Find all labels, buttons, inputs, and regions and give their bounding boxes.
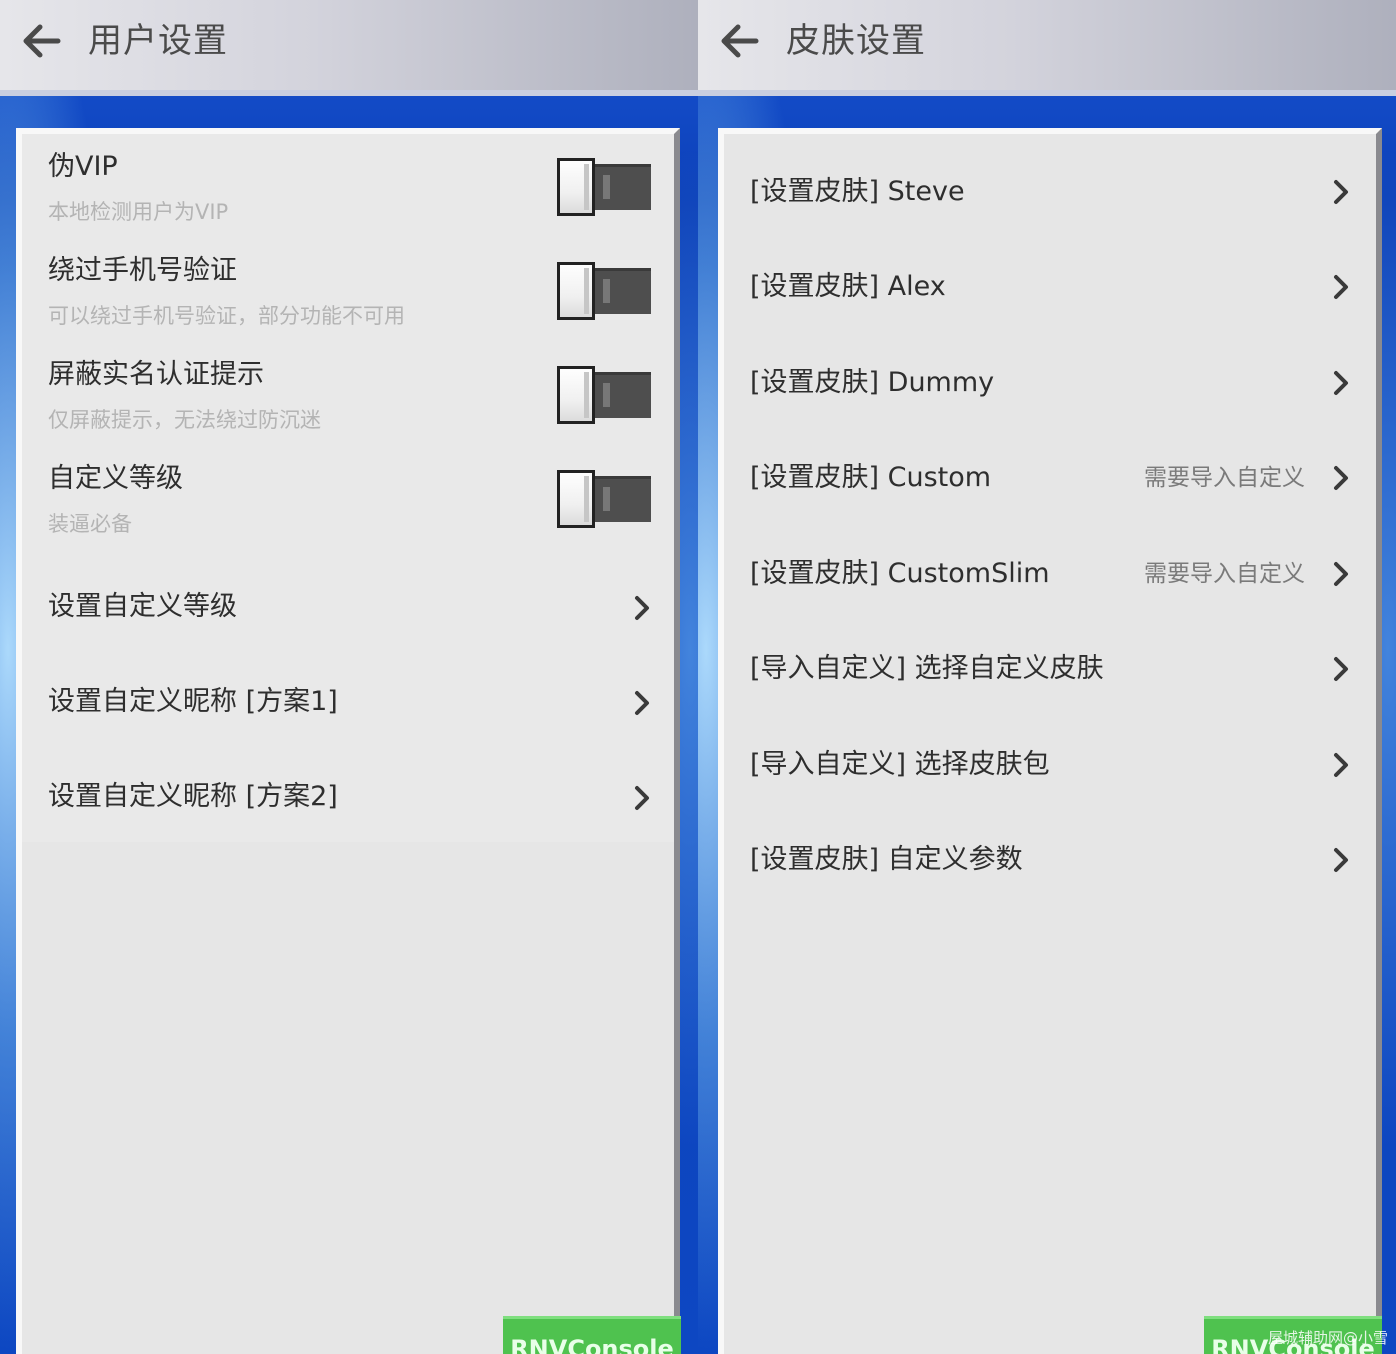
- skin-panel: [设置皮肤] Steve [设置皮肤] Alex [设置皮肤] Dummy [设…: [718, 128, 1382, 1354]
- skin-item-title: [设置皮肤] Alex: [750, 271, 946, 302]
- toggle-off-mark: [603, 279, 610, 303]
- link-title: 设置自定义等级: [48, 591, 237, 622]
- toggle-off-mark: [603, 487, 610, 511]
- top-app-bar: 用户设置: [0, 0, 698, 96]
- link-row-set-nickname-1[interactable]: 设置自定义昵称 [方案1]: [22, 649, 674, 744]
- toggle-off-mark: [603, 175, 610, 199]
- chevron-right-icon: [635, 596, 649, 620]
- user-settings-screen: 用户设置 伪VIP 本地检测用户为VIP 绕过手机号验证 可以绕过手机号验证，部…: [0, 0, 698, 1354]
- chevron-right-icon: [1334, 657, 1348, 681]
- chevron-right-icon: [1334, 275, 1348, 299]
- skin-row-steve[interactable]: [设置皮肤] Steve: [724, 144, 1376, 239]
- toggle-knob[interactable]: [557, 158, 595, 216]
- setting-subtitle: 装逼必备: [48, 512, 132, 536]
- skin-item-title: [设置皮肤] Dummy: [750, 367, 995, 398]
- chevron-right-icon: [1334, 371, 1348, 395]
- chevron-right-icon: [1334, 562, 1348, 586]
- watermark: 屋城辅助网@小雪: [1267, 1329, 1388, 1347]
- link-title: 设置自定义昵称 [方案1]: [48, 686, 338, 717]
- skin-item-title: [导入自定义] 选择皮肤包: [750, 749, 1050, 780]
- toggle-knob[interactable]: [557, 262, 595, 320]
- bypass-phone-toggle[interactable]: [557, 262, 651, 320]
- page-title: 用户设置: [88, 21, 228, 61]
- toggle-knob[interactable]: [557, 366, 595, 424]
- skin-row-custom[interactable]: [设置皮肤] Custom 需要导入自定义: [724, 430, 1376, 526]
- setting-row-custom-level: 自定义等级 装逼必备: [22, 446, 674, 550]
- top-app-bar: 皮肤设置: [698, 0, 1396, 96]
- chevron-right-icon: [635, 691, 649, 715]
- setting-title: 自定义等级: [48, 463, 183, 494]
- setting-subtitle: 可以绕过手机号验证，部分功能不可用: [48, 304, 405, 328]
- setting-row-fake-vip: 伪VIP 本地检测用户为VIP: [22, 134, 674, 238]
- chevron-right-icon: [635, 786, 649, 810]
- skin-item-hint: 需要导入自定义: [1144, 465, 1305, 491]
- setting-subtitle: 仅屏蔽提示，无法绕过防沉迷: [48, 408, 321, 432]
- skin-item-title: [导入自定义] 选择自定义皮肤: [750, 653, 1104, 684]
- settings-list: 伪VIP 本地检测用户为VIP 绕过手机号验证 可以绕过手机号验证，部分功能不可…: [22, 134, 674, 842]
- skin-row-dummy[interactable]: [设置皮肤] Dummy: [724, 335, 1376, 430]
- skin-item-title: [设置皮肤] Steve: [750, 176, 965, 207]
- rnvconsole-button[interactable]: RNVConsole: [503, 1316, 681, 1354]
- toggle-knob[interactable]: [557, 470, 595, 528]
- setting-title: 屏蔽实名认证提示: [48, 359, 264, 390]
- setting-row-bypass-phone: 绕过手机号验证 可以绕过手机号验证，部分功能不可用: [22, 238, 674, 342]
- chevron-right-icon: [1334, 753, 1348, 777]
- link-row-set-level[interactable]: 设置自定义等级: [22, 554, 674, 649]
- chevron-right-icon: [1334, 466, 1348, 490]
- skin-row-customslim[interactable]: [设置皮肤] CustomSlim 需要导入自定义: [724, 526, 1376, 621]
- settings-panel: 伪VIP 本地检测用户为VIP 绕过手机号验证 可以绕过手机号验证，部分功能不可…: [16, 128, 680, 1354]
- arrow-left-icon[interactable]: [716, 18, 762, 64]
- skin-item-title: [设置皮肤] Custom: [750, 462, 992, 493]
- chevron-right-icon: [1334, 180, 1348, 204]
- setting-subtitle: 本地检测用户为VIP: [48, 200, 229, 224]
- chevron-right-icon: [1334, 848, 1348, 872]
- link-row-set-nickname-2[interactable]: 设置自定义昵称 [方案2]: [22, 744, 674, 842]
- skin-row-alex[interactable]: [设置皮肤] Alex: [724, 239, 1376, 335]
- skin-row-import-pack[interactable]: [导入自定义] 选择皮肤包: [724, 717, 1376, 812]
- fake-vip-toggle[interactable]: [557, 158, 651, 216]
- arrow-left-icon[interactable]: [18, 18, 64, 64]
- page-title: 皮肤设置: [786, 21, 926, 61]
- skin-item-hint: 需要导入自定义: [1144, 561, 1305, 587]
- skin-row-import-custom[interactable]: [导入自定义] 选择自定义皮肤: [724, 621, 1376, 717]
- toggle-off-mark: [603, 383, 610, 407]
- custom-level-toggle[interactable]: [557, 470, 651, 528]
- hide-realname-toggle[interactable]: [557, 366, 651, 424]
- skin-item-title: [设置皮肤] 自定义参数: [750, 844, 1023, 875]
- skin-row-custom-params[interactable]: [设置皮肤] 自定义参数: [724, 812, 1376, 907]
- skin-settings-screen: 皮肤设置 [设置皮肤] Steve [设置皮肤] Alex [设置皮肤] Dum…: [698, 0, 1396, 1354]
- setting-title: 伪VIP: [48, 151, 118, 182]
- setting-row-hide-realname: 屏蔽实名认证提示 仅屏蔽提示，无法绕过防沉迷: [22, 342, 674, 446]
- link-title: 设置自定义昵称 [方案2]: [48, 781, 338, 812]
- setting-title: 绕过手机号验证: [48, 255, 237, 286]
- skin-item-title: [设置皮肤] CustomSlim: [750, 558, 1050, 589]
